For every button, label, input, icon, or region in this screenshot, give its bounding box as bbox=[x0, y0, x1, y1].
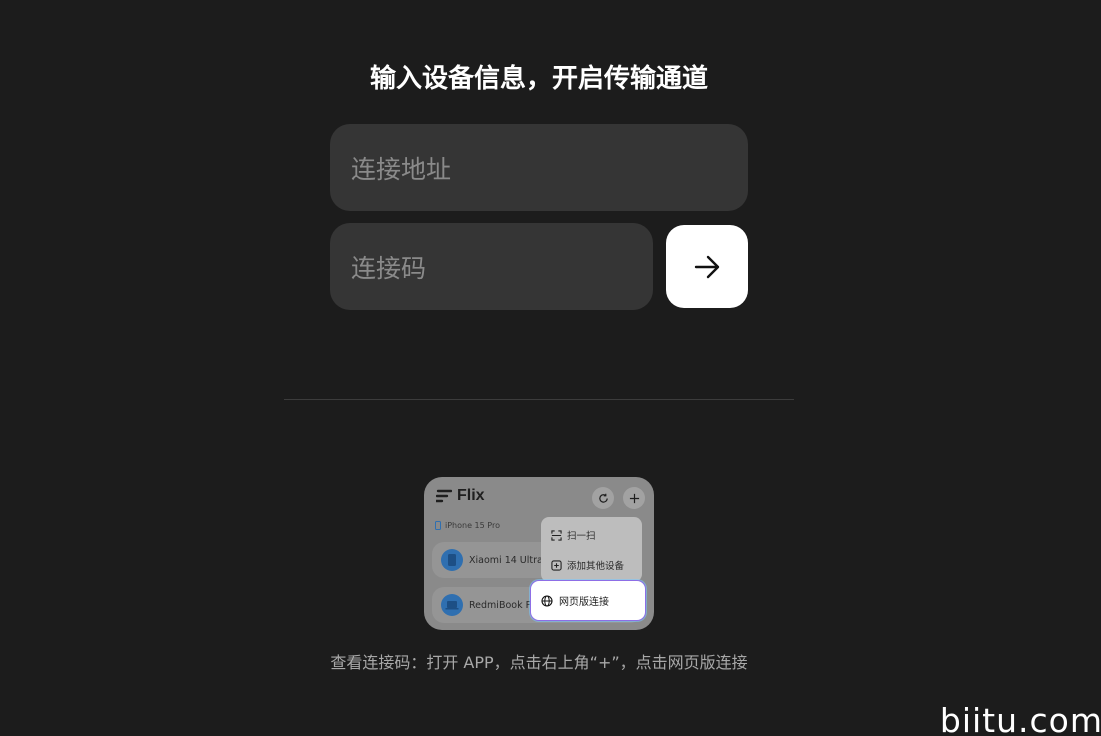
arrow-right-icon bbox=[694, 255, 720, 278]
menu-item-label: 扫一扫 bbox=[567, 531, 596, 542]
divider bbox=[284, 399, 794, 400]
address-input[interactable]: 连接地址 bbox=[330, 124, 748, 211]
address-placeholder: 连接地址 bbox=[351, 154, 452, 184]
code-placeholder: 连接码 bbox=[351, 253, 427, 283]
flix-logo-icon bbox=[436, 489, 452, 503]
menu-item-scan: 扫一扫 bbox=[551, 528, 596, 542]
scan-icon bbox=[551, 529, 562, 541]
current-device: iPhone 15 Pro bbox=[435, 521, 500, 530]
current-device-name: iPhone 15 Pro bbox=[445, 521, 500, 530]
menu-item-label: 网页版连接 bbox=[559, 597, 609, 608]
refresh-icon bbox=[592, 487, 614, 509]
connect-button[interactable] bbox=[666, 225, 748, 308]
device-name: RedmiBook Pr bbox=[469, 599, 536, 611]
preview-brand: Flix bbox=[457, 487, 485, 504]
preview-logo: Flix bbox=[436, 487, 485, 505]
connect-code-hint: 查看连接码：打开 APP，点击右上角“+”，点击网页版连接 bbox=[330, 653, 748, 672]
page-title: 输入设备信息，开启传输通道 bbox=[369, 64, 708, 94]
globe-icon bbox=[541, 594, 553, 607]
watermark: biitu.com bbox=[939, 701, 1101, 736]
code-input[interactable]: 连接码 bbox=[330, 223, 653, 310]
menu-item-label: 添加其他设备 bbox=[567, 561, 625, 572]
add-box-icon bbox=[551, 559, 562, 571]
preview-menu: 扫一扫 添加其他设备 bbox=[541, 517, 642, 582]
menu-item-web-connect: 网页版连接 bbox=[530, 580, 646, 621]
menu-item-add-device: 添加其他设备 bbox=[551, 558, 624, 572]
app-preview-image: Flix iPhone 15 Pro Xiaomi 14 Ultra Redmi… bbox=[424, 477, 654, 630]
plus-icon bbox=[623, 487, 645, 509]
laptop-icon bbox=[441, 594, 463, 616]
phone-icon bbox=[441, 549, 463, 571]
connect-page: 输入设备信息，开启传输通道 连接地址 连接码 Flix iPhone 15 Pr… bbox=[0, 0, 1101, 736]
device-name: Xiaomi 14 Ultra bbox=[469, 554, 543, 566]
phone-outline-icon bbox=[435, 521, 441, 530]
